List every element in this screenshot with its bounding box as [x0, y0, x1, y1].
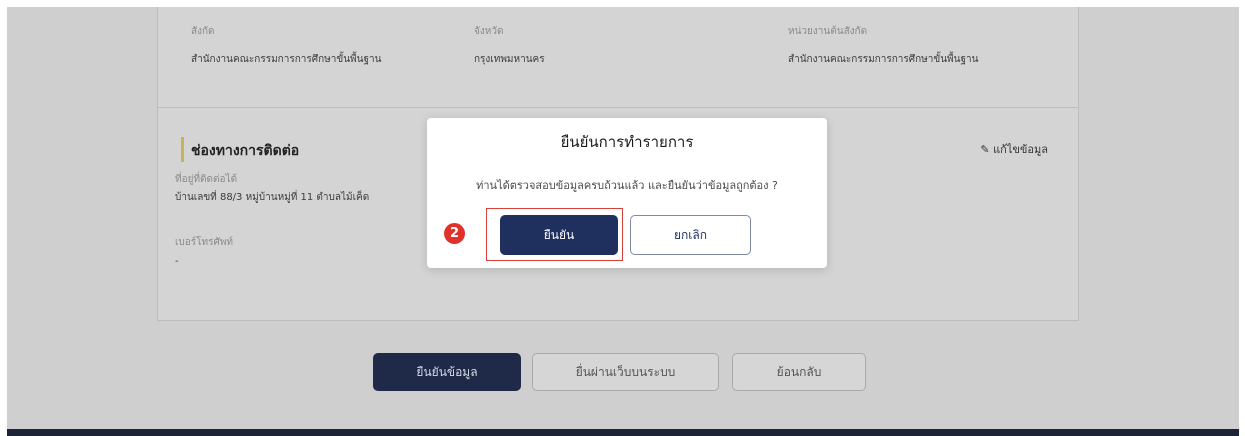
- back-button[interactable]: ย้อนกลับ: [732, 353, 866, 391]
- dialog-title: ยืนยันการทำรายการ: [560, 133, 694, 151]
- confirm-data-button[interactable]: ยืนยันข้อมูล: [373, 353, 521, 391]
- step-badge: 2: [444, 223, 465, 244]
- confirm-dialog: ยืนยันการทำรายการ ท่านได้ตรวจสอบข้อมูลคร…: [427, 118, 827, 268]
- address-label: ที่อยู่ที่ติดต่อได้: [175, 174, 238, 185]
- history-button[interactable]: ยื่นผ่านเว็บบนระบบ: [532, 353, 719, 391]
- footer-bar: [7, 429, 1239, 436]
- section-accent-bar: [181, 137, 184, 162]
- address-value: บ้านเลขที่ 88/3 หมู่บ้านหมู่ที่ 11 ตำบลไ…: [175, 192, 370, 203]
- pencil-icon: ✎: [980, 143, 990, 156]
- affiliation-value: สำนักงานคณะกรรมการการศึกษาขั้นพื้นฐาน: [191, 54, 382, 65]
- phone-label: เบอร์โทรศัพท์: [175, 237, 234, 248]
- dialog-cancel-button[interactable]: ยกเลิก: [630, 215, 751, 255]
- card-divider: [158, 107, 1078, 108]
- phone-value: -: [175, 256, 179, 267]
- agency-label: หน่วยงานต้นสังกัด: [788, 26, 868, 37]
- affiliation-label: สังกัด: [191, 26, 215, 37]
- contact-section-title: ช่องทางการติดต่อ: [191, 143, 300, 159]
- dialog-confirm-button[interactable]: ยืนยัน: [500, 215, 618, 255]
- agency-value: สำนักงานคณะกรรมการการศึกษาขั้นพื้นฐาน: [788, 54, 979, 65]
- dialog-message: ท่านได้ตรวจสอบข้อมูลครบถ้วนแล้ว และยืนยั…: [476, 179, 778, 192]
- edit-contact-link[interactable]: ✎ แก้ไขข้อมูล: [980, 140, 1048, 158]
- province-value: กรุงเทพมหานคร: [474, 54, 545, 65]
- province-label: จังหวัด: [474, 26, 504, 37]
- edit-contact-label: แก้ไขข้อมูล: [993, 143, 1048, 156]
